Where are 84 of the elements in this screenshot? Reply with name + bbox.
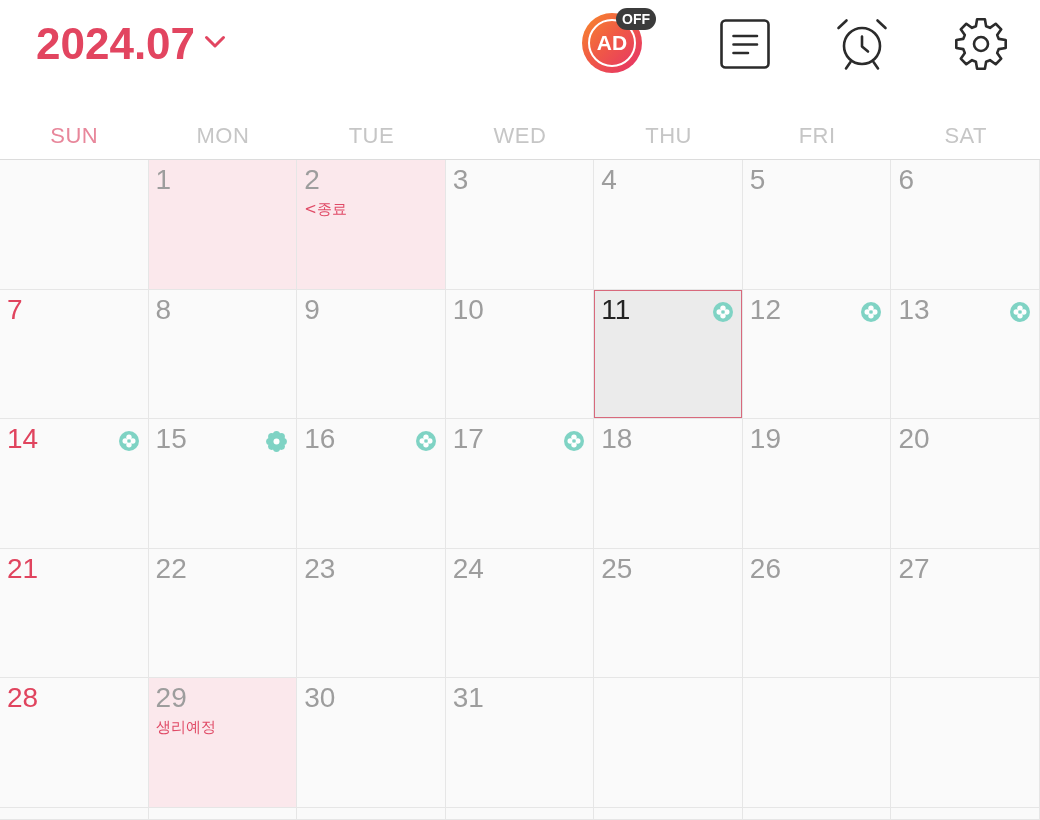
- weekday-label: FRI: [798, 123, 836, 149]
- calendar-day-cell[interactable]: 7: [0, 289, 149, 420]
- day-number: 10: [452, 294, 484, 325]
- clover-icon: [118, 431, 139, 452]
- calendar-day-cell[interactable]: 3: [445, 160, 595, 290]
- calendar-day-cell[interactable]: 15: [148, 419, 298, 549]
- chevron-down-icon: [204, 35, 227, 49]
- day-number: 8: [155, 294, 172, 325]
- event-label: 생리예정: [155, 717, 216, 738]
- calendar-day-cell[interactable]: 31: [445, 678, 595, 808]
- day-number: 14: [7, 424, 39, 455]
- clover-icon: [415, 431, 436, 452]
- calendar-day-cell[interactable]: 17: [445, 419, 595, 549]
- day-number: 4: [601, 165, 617, 195]
- calendar-day-cell[interactable]: 23: [297, 548, 446, 679]
- calendar-day-cell[interactable]: 26: [742, 548, 892, 679]
- calendar-day-cell[interactable]: 24: [445, 548, 595, 679]
- note-icon[interactable]: [720, 19, 770, 69]
- day-number: 24: [452, 553, 484, 584]
- weekday-label: WED: [493, 123, 547, 149]
- day-number: 28: [7, 683, 39, 714]
- calendar-day-cell[interactable]: 14: [0, 419, 149, 549]
- day-number: 12: [749, 294, 781, 325]
- day-number: 18: [601, 424, 633, 455]
- day-number: 1: [155, 165, 172, 195]
- calendar-day-cell[interactable]: 13: [891, 289, 1040, 420]
- calendar-day-cell[interactable]: 5: [742, 160, 892, 290]
- calendar-day-cell[interactable]: 12: [742, 289, 892, 420]
- calendar-day-cell[interactable]: 27: [891, 548, 1040, 679]
- calendar-day-cell[interactable]: 18: [594, 419, 743, 549]
- clover-icon: [1010, 301, 1030, 322]
- day-number: 13: [898, 294, 930, 325]
- calendar-day-cell[interactable]: 2 <종료: [297, 160, 446, 290]
- calendar-day-cell[interactable]: 28: [0, 678, 149, 808]
- weekday-label: SAT: [944, 123, 988, 149]
- day-number: 3: [452, 165, 469, 195]
- day-number: 25: [601, 553, 633, 584]
- calendar-day-cell[interactable]: 20: [891, 419, 1040, 549]
- clover-icon: [712, 301, 733, 322]
- calendar-day-cell[interactable]: 29 생리예정: [148, 678, 298, 808]
- alarm-clock-icon[interactable]: [836, 17, 888, 71]
- calendar-day-cell[interactable]: 10: [445, 289, 595, 420]
- day-number: 6: [898, 165, 914, 195]
- day-number: 27: [898, 553, 930, 584]
- calendar-day-cell[interactable]: 9: [297, 289, 446, 420]
- flower-icon: [266, 431, 288, 453]
- calendar-day-cell[interactable]: 4: [594, 160, 743, 290]
- calendar-day-cell[interactable]: 16: [297, 419, 446, 549]
- calendar-day-cell[interactable]: 25: [594, 548, 743, 679]
- calendar-day-cell[interactable]: 30: [297, 678, 446, 808]
- day-number: 23: [304, 553, 336, 584]
- clover-icon: [861, 301, 882, 322]
- calendar-day-cell[interactable]: 8: [148, 289, 298, 420]
- day-number: 19: [749, 424, 781, 455]
- day-number: 30: [304, 683, 336, 714]
- day-number: 26: [749, 553, 781, 584]
- day-number: 2: [304, 165, 320, 195]
- calendar-day-cell[interactable]: 1: [148, 160, 298, 290]
- day-number: 9: [304, 294, 320, 325]
- clover-icon: [564, 431, 585, 452]
- calendar-day-cell[interactable]: 22: [148, 548, 298, 679]
- weekday-label: SUN: [50, 123, 99, 149]
- day-number: 21: [7, 553, 39, 584]
- calendar-day-cell[interactable]: 19: [742, 419, 892, 549]
- day-number: 15: [155, 424, 187, 455]
- settings-icon[interactable]: [954, 17, 1008, 71]
- calendar-day-cell[interactable]: 21: [0, 548, 149, 679]
- weekday-label: MON: [196, 123, 250, 149]
- event-label: <종료: [304, 199, 347, 219]
- calendar-day-cell[interactable]: 6: [891, 160, 1040, 290]
- day-number: 11: [601, 294, 631, 325]
- day-number: 7: [7, 294, 23, 325]
- ad-off-badge: OFF: [616, 8, 656, 30]
- day-number: 22: [155, 553, 187, 584]
- day-number: 31: [452, 683, 484, 714]
- day-number: 17: [452, 424, 484, 455]
- calendar-day-cell[interactable]: 11: [594, 289, 743, 420]
- day-number: 5: [749, 165, 766, 195]
- month-picker-button[interactable]: 2024.07: [36, 20, 227, 68]
- day-number: 16: [304, 424, 336, 455]
- day-number: 20: [898, 424, 930, 455]
- day-number: 29: [155, 683, 187, 714]
- weekday-label: THU: [645, 123, 692, 149]
- weekday-label: TUE: [348, 123, 395, 149]
